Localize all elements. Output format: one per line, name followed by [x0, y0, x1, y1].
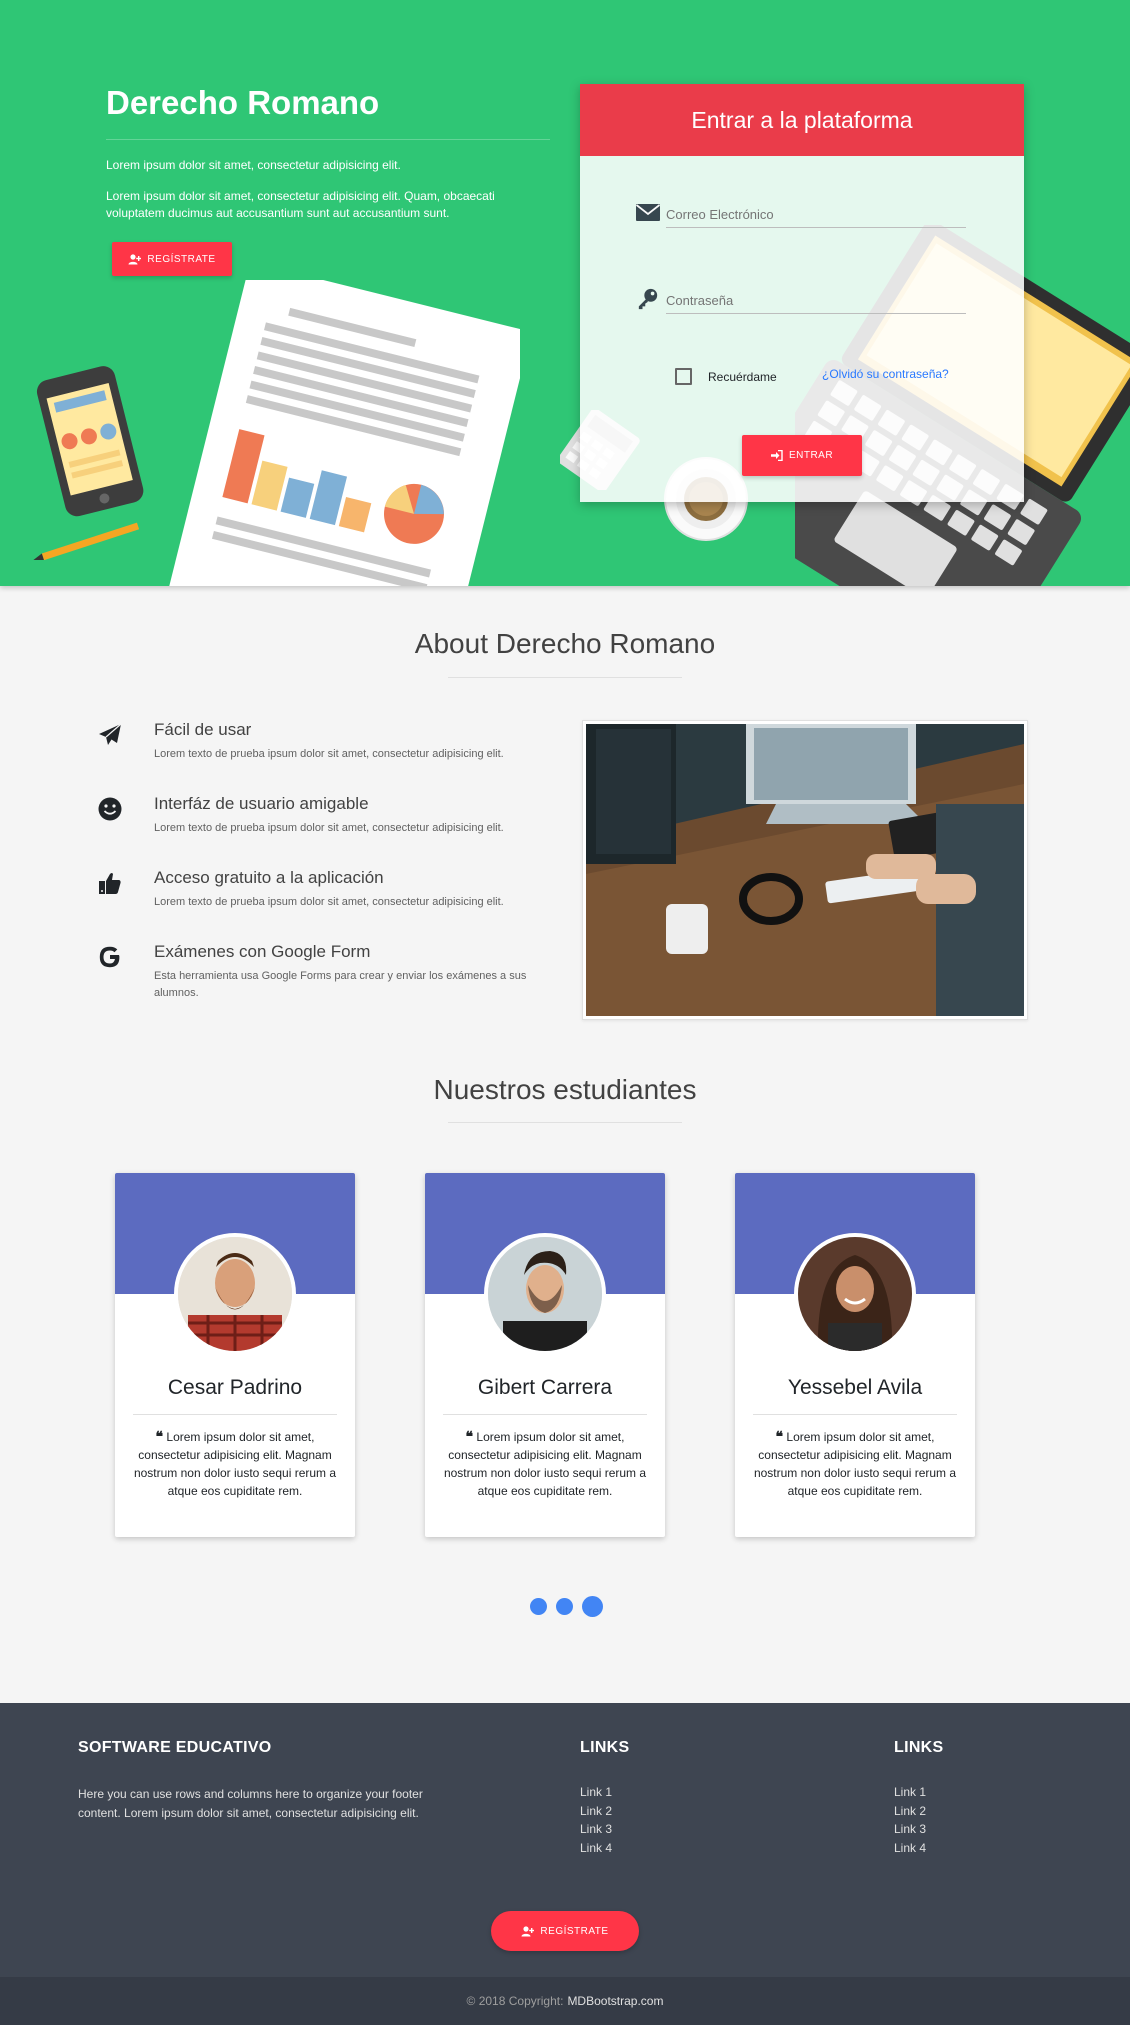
student-name: Cesar Padrino — [167, 1376, 303, 1399]
smile-icon — [98, 797, 122, 821]
document-illustration — [160, 280, 520, 586]
footer: SOFTWARE EDUCATIVO Here you can use rows… — [0, 1703, 1130, 2025]
student-quote-text: Lorem ipsum dolor sit amet, consectetur … — [133, 1430, 337, 1498]
student-quote-text: Lorem ipsum dolor sit amet, consectetur … — [443, 1430, 647, 1498]
copyright-link[interactable]: MDBootstrap.com — [567, 1994, 663, 2008]
feature-description: Lorem texto de prueba ipsum dolor sit am… — [154, 896, 504, 908]
footer-link[interactable]: Link 4 — [580, 1839, 612, 1858]
students-title: Nuestros estudiantes — [433, 1074, 697, 1105]
footer-link[interactable]: Link 4 — [894, 1839, 926, 1858]
footer-register-label: REGÍSTRATE — [540, 1925, 609, 1937]
student-name: Yessebel Avila — [787, 1376, 923, 1399]
footer-link[interactable]: Link 1 — [580, 1783, 612, 1802]
card-divider — [443, 1414, 647, 1415]
forgot-password-link[interactable]: ¿Olvidó su contraseña? — [822, 367, 949, 381]
feature-description: Lorem texto de prueba ipsum dolor sit am… — [154, 822, 504, 834]
hero-paragraph-2: Lorem ipsum dolor sit amet, consectetur … — [106, 189, 495, 220]
card-divider — [753, 1414, 957, 1415]
user-plus-icon — [128, 253, 142, 264]
about-title: About Derecho Romano — [414, 628, 716, 659]
footer-link[interactable]: Link 2 — [580, 1802, 612, 1821]
avatar — [174, 1233, 296, 1355]
carousel-indicator[interactable] — [530, 1598, 547, 1615]
feature-title: Acceso gratuito a la aplicación — [154, 868, 384, 887]
student-quote-text: Lorem ipsum dolor sit amet, consectetur … — [753, 1430, 957, 1498]
about-photo — [582, 720, 1028, 1020]
feature-title: Interfáz de usuario amigable — [154, 794, 369, 813]
avatar — [794, 1233, 916, 1355]
user-plus-icon — [521, 1925, 535, 1936]
login-submit-label: ENTRAR — [788, 450, 834, 461]
remember-me-label[interactable]: Recuérdame — [708, 370, 777, 384]
feature-description: Esta herramienta usa Google Forms para c… — [154, 970, 527, 999]
hero-section: Derecho Romano Lorem ipsum dolor sit ame… — [0, 0, 1130, 586]
email-field-group — [636, 200, 970, 230]
login-header: Entrar a la plataforma — [580, 84, 1024, 156]
hero-register-button[interactable]: REGÍSTRATE — [112, 242, 232, 276]
student-quote: ❝ Lorem ipsum dolor sit amet, consectetu… — [753, 1428, 957, 1500]
quote-left-icon: ❝ — [775, 1429, 784, 1445]
phone-illustration — [33, 366, 144, 560]
login-form: Recuérdame ¿Olvidó su contraseña? ENTRAR — [580, 156, 1024, 502]
student-quote: ❝ Lorem ipsum dolor sit amet, consectetu… — [133, 1428, 337, 1500]
footer-brand-title: SOFTWARE EDUCATIVO — [78, 1739, 272, 1756]
thumbs-up-icon — [99, 873, 121, 894]
footer-brand-text: Here you can use rows and columns here t… — [78, 1787, 423, 1820]
testimonial-card: Cesar Padrino ❝ Lorem ipsum dolor sit am… — [115, 1173, 355, 1537]
avatar — [484, 1233, 606, 1355]
hero-title: Derecho Romano — [106, 84, 380, 121]
footer-register-button[interactable]: REGÍSTRATE — [491, 1911, 639, 1951]
sign-in-icon — [770, 450, 783, 461]
student-name: Gibert Carrera — [477, 1376, 613, 1399]
login-submit-button[interactable]: ENTRAR — [742, 435, 862, 476]
login-title: Entrar a la plataforma — [691, 106, 913, 133]
card-divider — [133, 1414, 337, 1415]
carousel-indicator[interactable] — [556, 1598, 573, 1615]
footer-link[interactable]: Link 2 — [894, 1802, 926, 1821]
quote-left-icon: ❝ — [155, 1429, 164, 1445]
hero-register-label: REGÍSTRATE — [147, 253, 216, 265]
password-field-group — [636, 286, 970, 316]
remember-me-checkbox[interactable] — [675, 368, 692, 385]
students-divider — [448, 1122, 682, 1123]
footer-links-list: Link 1 Link 2 Link 3 Link 4 — [894, 1783, 926, 1857]
envelope-icon — [636, 204, 660, 221]
remember-me-group: Recuérdame — [675, 368, 777, 385]
carousel-indicator-active[interactable] — [582, 1596, 603, 1617]
copyright-text: © 2018 Copyright: — [466, 1994, 564, 2008]
paper-plane-icon — [99, 723, 122, 745]
footer-link[interactable]: Link 3 — [580, 1820, 612, 1839]
footer-links-list: Link 1 Link 2 Link 3 Link 4 — [580, 1783, 612, 1857]
google-icon — [99, 946, 120, 968]
carousel-indicators — [530, 1596, 603, 1617]
login-card: Entrar a la plataforma Recuérdame ¿Olvid… — [580, 84, 1024, 502]
footer-link[interactable]: Link 1 — [894, 1783, 926, 1802]
testimonial-card: Yessebel Avila ❝ Lorem ipsum dolor sit a… — [735, 1173, 975, 1537]
password-field[interactable] — [666, 288, 966, 314]
quote-left-icon: ❝ — [465, 1429, 474, 1445]
desk-photo-image — [586, 724, 1024, 1016]
feature-description: Lorem texto de prueba ipsum dolor sit am… — [154, 748, 504, 760]
feature-title: Exámenes con Google Form — [154, 942, 371, 961]
hero-divider — [106, 139, 550, 140]
footer-link[interactable]: Link 3 — [894, 1820, 926, 1839]
email-field[interactable] — [666, 202, 966, 228]
feature-title: Fácil de usar — [154, 720, 252, 739]
student-quote: ❝ Lorem ipsum dolor sit amet, consectetu… — [443, 1428, 647, 1500]
hero-paragraph-1: Lorem ipsum dolor sit amet, consectetur … — [106, 158, 401, 172]
copyright-bar: © 2018 Copyright: MDBootstrap.com — [0, 1977, 1130, 2025]
about-divider — [448, 677, 682, 678]
key-icon — [638, 288, 658, 310]
testimonial-card: Gibert Carrera ❝ Lorem ipsum dolor sit a… — [425, 1173, 665, 1537]
footer-links-title: LINKS — [894, 1739, 944, 1756]
footer-links-title: LINKS — [580, 1739, 630, 1756]
